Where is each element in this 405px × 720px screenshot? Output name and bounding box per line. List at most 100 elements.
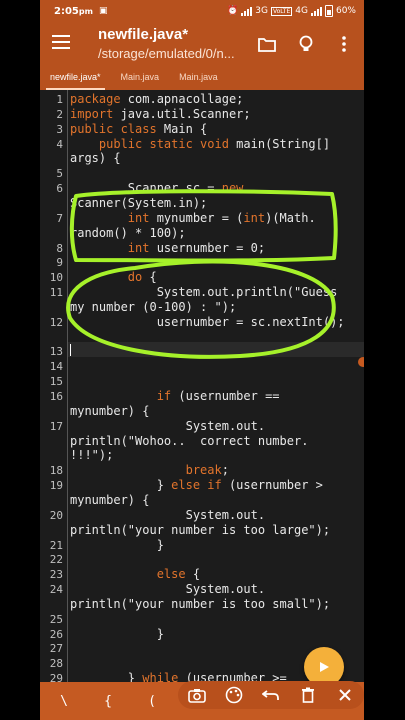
code-line: } else if (usernumber > (70, 478, 323, 492)
code-keyword: while (142, 671, 179, 682)
code-line: if (usernumber == (70, 389, 280, 403)
code-line: System.out.println("Guess (70, 285, 338, 300)
status-right: ⏰ 3G VoLTE 4G 60% (227, 5, 356, 17)
code-editor[interactable]: 1 package com.apnacollage; 2 import java.ut… (40, 90, 364, 682)
symbol-key[interactable]: \ (50, 694, 78, 709)
code-text: usernumber = sc.nextInt(); (70, 314, 345, 329)
line-number: 19 (49, 479, 63, 493)
code-line: package com.apnacollage; (70, 92, 243, 106)
code-text: println("your number is too large"); (70, 522, 331, 537)
line-number: 17 (49, 419, 63, 433)
lightbulb-icon[interactable] (294, 32, 318, 56)
code-line: println("your number is too large"); (70, 523, 330, 537)
volte-icon: VoLTE (270, 6, 293, 16)
code-line: else { (70, 567, 200, 581)
code-line: public static void main(String[] (70, 137, 330, 151)
status-bar: 2:05pm ▣ ⏰ 3G VoLTE 4G 60% (40, 0, 364, 22)
code-keyword: public class (70, 121, 157, 136)
line-number: 22 (49, 553, 63, 567)
folder-icon[interactable] (255, 32, 279, 56)
line-number: 27 (49, 642, 63, 656)
line-number: 26 (49, 627, 63, 641)
code-keyword: int (243, 210, 266, 225)
code-text: random() * 100); (70, 225, 186, 240)
code-line: System.out. (70, 419, 265, 433)
line-number: 8 (56, 241, 63, 255)
tab-main-1[interactable]: Main.java (111, 68, 170, 90)
file-title: newfile.java* (98, 26, 189, 43)
tab-main-2[interactable]: Main.java (169, 68, 228, 90)
code-keyword: import (70, 106, 114, 121)
code-text: } (70, 626, 164, 641)
symbol-key[interactable]: ( (138, 694, 166, 709)
code-text: } (70, 537, 164, 552)
code-line: println("your number is too small"); (70, 597, 330, 611)
status-time: 2:05pm (54, 5, 93, 17)
trash-icon[interactable] (296, 683, 320, 707)
code-text: { (185, 567, 201, 582)
line-number: 20 (49, 508, 63, 522)
net-label: 3G (255, 6, 268, 16)
symbol-key[interactable]: { (94, 694, 122, 709)
code-line: do { (70, 270, 157, 284)
line-number: 25 (49, 612, 63, 626)
battery-label: 60% (335, 6, 356, 16)
camera-icon[interactable] (185, 683, 209, 707)
code-text: println("your number is too small"); (70, 596, 331, 611)
palette-icon[interactable] (222, 683, 246, 707)
code-text: my number (0-100) : "); (70, 299, 237, 314)
tab-newfile[interactable]: newfile.java* (40, 68, 111, 90)
line-number: 4 (56, 137, 63, 151)
undo-icon[interactable] (259, 683, 283, 707)
line-number: 16 (49, 390, 63, 403)
line-number: 1 (56, 93, 63, 106)
code-line: mynumber) { (70, 493, 149, 507)
code-text: usernumber = 0; (149, 240, 266, 255)
code-keyword: int (127, 240, 150, 255)
code-line: usernumber = sc.nextInt(); (70, 315, 345, 329)
code-text: (usernumber == (171, 389, 280, 403)
file-tabs: newfile.java* Main.java Main.java (40, 68, 364, 90)
line-number: 11 (49, 286, 63, 300)
code-text: println("Wohoo.. correct number. (70, 433, 309, 448)
line-number: 13 (49, 345, 63, 359)
line-number: 12 (49, 315, 63, 329)
code-keyword: public static void (98, 136, 229, 151)
code-text: System.out. (70, 582, 266, 597)
line-number: 2 (56, 107, 63, 121)
more-vert-icon[interactable] (332, 32, 356, 56)
scroll-handle[interactable] (358, 357, 364, 367)
gutter-divider (67, 90, 68, 682)
line-number: 28 (49, 657, 63, 671)
code-line: random() * 100); (70, 226, 186, 240)
code-text: System.out.println("Guess (70, 285, 338, 300)
code-line: import java.util.Scanner; (70, 107, 251, 121)
menu-icon[interactable] (52, 35, 70, 49)
alarm-icon: ⏰ (227, 6, 239, 16)
code-line: println("Wohoo.. correct number. (70, 434, 308, 448)
line-number: 9 (56, 256, 63, 270)
notification-icon: ▣ (98, 6, 108, 16)
code-keyword: package (70, 92, 121, 106)
close-icon[interactable] (333, 683, 357, 707)
code-keyword: new (221, 181, 244, 196)
code-text: Scanner(System.in); (70, 195, 208, 210)
code-keyword: else if (171, 478, 222, 493)
code-keyword: else (156, 567, 186, 582)
line-number: 23 (49, 568, 63, 582)
code-text: { (142, 270, 157, 285)
code-line: System.out. (70, 582, 265, 596)
code-line: mynumber) { (70, 404, 149, 418)
code-text: System.out. (70, 418, 266, 433)
code-line: } (70, 627, 164, 641)
line-number: 29 (49, 672, 63, 682)
code-keyword: break (185, 463, 222, 478)
code-text: } (70, 478, 172, 493)
signal-icon (241, 6, 253, 16)
